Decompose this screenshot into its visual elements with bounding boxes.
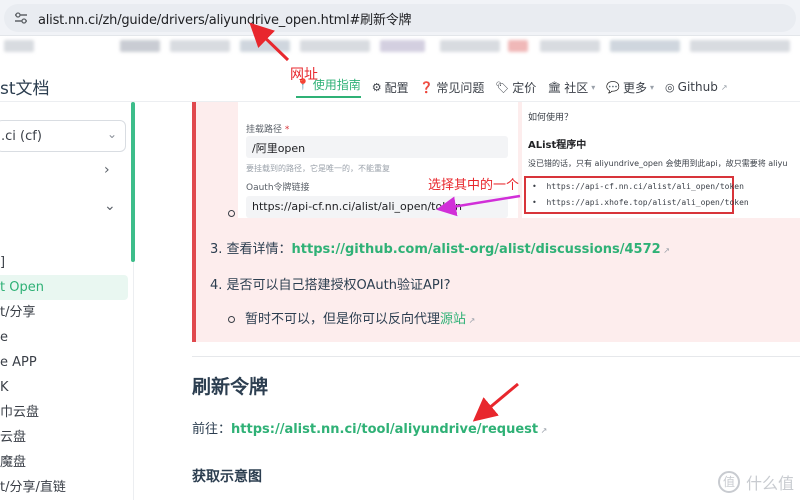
chevron-right-icon[interactable]: › bbox=[104, 162, 110, 178]
list-bullet bbox=[228, 210, 235, 217]
mount-path-hint: 要挂载到的路径，它是唯一的，不能重复 bbox=[246, 164, 390, 173]
section-divider bbox=[192, 356, 800, 357]
chevron-down-icon: ⌄ bbox=[106, 127, 117, 141]
bookmark-blur bbox=[508, 40, 528, 52]
site-settings-icon[interactable] bbox=[14, 12, 28, 24]
watermark-text: 什么值 bbox=[745, 474, 794, 493]
sidebar-item[interactable]: e APP bbox=[0, 350, 128, 375]
site-title[interactable]: st文档 bbox=[0, 74, 50, 99]
alist-program-heading: AList程序中 bbox=[528, 140, 587, 151]
origin-site-link[interactable]: 源站 bbox=[440, 312, 466, 327]
oauth-link-label: Oauth令牌链接 bbox=[246, 183, 310, 193]
external-link-icon: ↗ bbox=[466, 316, 476, 325]
annotation-choose-one: 选择其中的一个 bbox=[428, 178, 520, 193]
bookmarks-bar bbox=[0, 36, 800, 58]
nav-item-5[interactable]: 💬 更多 ▾ bbox=[606, 76, 654, 98]
bookmark-blur bbox=[610, 40, 680, 52]
page: alist.nn.ci/zh/guide/drivers/aliyundrive… bbox=[0, 0, 800, 500]
nav-item-4[interactable]: 🏛 社区 ▾ bbox=[547, 76, 595, 98]
bookmark-blur bbox=[440, 40, 500, 52]
external-link-icon: ↗ bbox=[720, 82, 728, 92]
api-option-1: • https://api-cf.nn.ci/alist/ali_open/to… bbox=[532, 182, 744, 191]
bookmark-blur bbox=[380, 40, 425, 52]
list-item-3: 3. 查看详情：https://github.com/alist-org/ali… bbox=[210, 242, 670, 257]
bookmark-blur bbox=[170, 40, 230, 52]
mount-path-label: 挂载路径 * bbox=[246, 125, 290, 135]
sidebar-item[interactable]: 云盘 bbox=[0, 425, 128, 450]
nav-label: 配置 bbox=[384, 80, 409, 95]
nav-icon: 🏛 bbox=[547, 80, 562, 94]
nav-label: 定价 bbox=[512, 80, 537, 95]
annotation-url-label: 网址 bbox=[290, 67, 318, 83]
storage-select-value: .ci (cf) bbox=[1, 129, 42, 144]
bookmark-blur bbox=[4, 40, 34, 52]
dropdown-icon: ▾ bbox=[591, 82, 596, 92]
list-bullet bbox=[228, 316, 235, 323]
chevron-down-icon[interactable]: ⌄ bbox=[104, 198, 116, 214]
watermark-logo-icon: 值 bbox=[717, 471, 740, 493]
goto-line: 前往：https://alist.nn.ci/tool/aliyundrive/… bbox=[192, 422, 548, 437]
nav-icon: ◎ bbox=[665, 80, 675, 94]
nav-icon: ⚙ bbox=[371, 80, 382, 94]
nav-label: 常见问题 bbox=[436, 80, 485, 95]
section-title-refresh-token: 刷新令牌 bbox=[192, 376, 269, 398]
sidebar-list: ] t Open t/分享 e e APP K 巾云盘 云盘 魔盘 t/分享/直链 bbox=[0, 250, 128, 500]
oauth-link-field: https://api-cf.nn.ci/alist/ali_open/toke… bbox=[246, 196, 508, 218]
sidebar-item[interactable]: ] bbox=[0, 250, 128, 275]
mount-path-field: /阿里open bbox=[246, 136, 508, 158]
bookmark-blur bbox=[240, 40, 290, 52]
nav-icon: ❓ bbox=[419, 80, 434, 94]
browser-address-bar: alist.nn.ci/zh/guide/drivers/aliyundrive… bbox=[0, 0, 800, 36]
external-link-icon: ↗ bbox=[538, 426, 548, 435]
sidebar-item[interactable]: t Open bbox=[0, 275, 128, 300]
request-token-link[interactable]: https://alist.nn.ci/tool/aliyundrive/req… bbox=[231, 422, 538, 437]
sidebar: .ci (cf) ⌄ › ⌄ ] t Open t/分享 e e APP K 巾云盘 云盘 魔盘… bbox=[0, 102, 134, 500]
alist-program-desc: 没已错的话，只有 aliyundrive_open 会使用到此api，故只需要将… bbox=[528, 159, 788, 168]
storage-select[interactable]: .ci (cf) ⌄ bbox=[0, 120, 126, 152]
sidebar-item[interactable]: t/分享 bbox=[0, 300, 128, 325]
nav-icon: 🏷 bbox=[495, 80, 510, 94]
nav-icon: 💬 bbox=[606, 80, 621, 94]
main-content: 挂载路径 * /阿里open 要挂载到的路径，它是唯一的，不能重复 Oauth令… bbox=[150, 102, 800, 500]
mount-path-value: /阿里open bbox=[252, 142, 306, 155]
embedded-screenshot-form: 挂载路径 * /阿里open 要挂载到的路径，它是唯一的，不能重复 Oauth令… bbox=[238, 102, 518, 218]
bookmark-blur bbox=[300, 40, 370, 52]
sidebar-item[interactable]: 魔盘 bbox=[0, 450, 128, 475]
url-field[interactable]: alist.nn.ci/zh/guide/drivers/aliyundrive… bbox=[4, 4, 796, 32]
nav-label: 使用指南 bbox=[312, 78, 361, 92]
nav-item-1[interactable]: ⚙ 配置 bbox=[372, 76, 409, 98]
bookmark-blur bbox=[690, 40, 790, 52]
subsection-title: 获取示意图 bbox=[192, 469, 262, 485]
bookmark-blur bbox=[120, 40, 160, 52]
dropdown-icon: ▾ bbox=[650, 82, 655, 92]
list-item-4: 4. 是否可以自己搭建授权OAuth验证API? bbox=[210, 278, 451, 293]
sidebar-item[interactable]: e bbox=[0, 325, 128, 350]
external-link-icon: ↗ bbox=[660, 246, 670, 255]
nav-item-3[interactable]: 🏷 定价 bbox=[495, 76, 536, 98]
sidebar-item[interactable]: t/分享/直链 bbox=[0, 475, 128, 500]
sidebar-item[interactable]: 巾云盘 bbox=[0, 400, 128, 425]
url-text[interactable]: alist.nn.ci/zh/guide/drivers/aliyundrive… bbox=[38, 9, 412, 28]
nav-item-6[interactable]: ◎ Github ↗ bbox=[665, 76, 727, 98]
embedded-screenshot-docs: 如何使用？ AList程序中 没已错的话，只有 aliyundrive_open… bbox=[522, 102, 800, 218]
nav-label: 更多 bbox=[623, 80, 648, 95]
discussions-link[interactable]: https://github.com/alist-org/alist/discu… bbox=[292, 242, 661, 257]
site-header: st文档 📍 使用指南 ⚙ 配置 ❓ 常见问题 🏷 定价 🏛 社区 ▾ 💬 更多 ▾ ◎ Github ↗ bbox=[0, 58, 800, 102]
bookmark-blur bbox=[540, 40, 600, 52]
how-to-use-text: 如何使用？ bbox=[528, 113, 574, 123]
sidebar-scrollbar[interactable] bbox=[131, 102, 135, 262]
api-option-2: • https://api.xhofe.top/alist/ali_open/t… bbox=[532, 198, 749, 207]
list-subitem: 暂时不可以，但是你可以反向代理源站 ↗ bbox=[228, 308, 475, 327]
nav-label: Github bbox=[677, 80, 718, 94]
sidebar-item[interactable]: K bbox=[0, 375, 128, 400]
oauth-link-value: https://api-cf.nn.ci/alist/ali_open/toke… bbox=[252, 200, 462, 213]
watermark: 值 什么值 bbox=[717, 470, 794, 494]
nav-item-2[interactable]: ❓ 常见问题 bbox=[420, 76, 485, 98]
nav-label: 社区 bbox=[564, 80, 589, 95]
top-nav: 📍 使用指南 ⚙ 配置 ❓ 常见问题 🏷 定价 🏛 社区 ▾ 💬 更多 ▾ ◎ Github ↗ bbox=[296, 76, 728, 98]
